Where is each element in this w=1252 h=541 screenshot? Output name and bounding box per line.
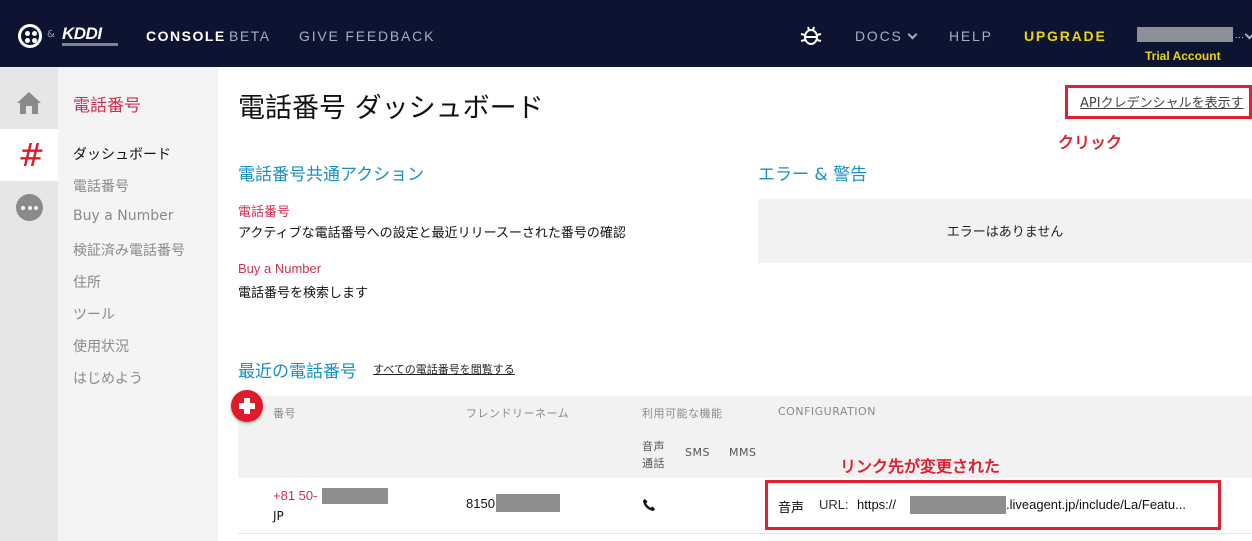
help-link[interactable]: HELP (949, 28, 993, 44)
account-name-ellipsis: ... (1235, 31, 1245, 40)
section-sidebar: 電話番号 ダッシュボード 電話番号 Buy a Number 検証済み電話番号 … (58, 67, 218, 541)
errors-panel: エラーはありません (758, 199, 1252, 263)
kddi-logo: KDDI (62, 24, 102, 43)
account-name-redacted[interactable] (1137, 27, 1233, 42)
col-friendly-name: フレンドリーネーム (466, 407, 570, 420)
sidebar-item-verified-numbers[interactable]: 検証済み電話番号 (73, 240, 185, 260)
col-voice-line1: 音声 (642, 440, 665, 453)
kddi-logo-subline (62, 43, 118, 46)
sidebar-item-numbers[interactable]: 電話番号 (73, 176, 129, 196)
rail-more[interactable] (0, 183, 58, 241)
hash-icon: # (18, 136, 45, 174)
bug-report-icon[interactable] (800, 25, 822, 47)
top-navigation-bar: & KDDI CONSOLE BETA GIVE FEEDBACK DOCS H… (0, 0, 1252, 67)
upgrade-link[interactable]: UPGRADE (1024, 28, 1107, 44)
add-number-button[interactable] (231, 390, 263, 422)
col-capabilities: 利用可能な機能 (642, 407, 723, 420)
col-number: 番号 (273, 407, 296, 420)
recent-numbers-heading: 最近の電話番号 (238, 362, 357, 382)
config-url-path[interactable]: .liveagent.jp/include/La/Featu... (1006, 497, 1186, 512)
friendly-name: 8150 (466, 496, 495, 511)
sidebar-item-tools[interactable]: ツール (73, 304, 115, 324)
page-title: 電話番号 ダッシュボード (238, 93, 544, 124)
action-link-phone-numbers[interactable]: 電話番号 (238, 201, 290, 220)
product-icon-rail: # (0, 67, 58, 541)
config-voice-label: 音声 (778, 501, 805, 516)
sidebar-item-buy-number[interactable]: Buy a Number (73, 208, 173, 224)
account-chevron-down-icon[interactable] (1244, 29, 1252, 40)
common-actions-heading: 電話番号共通アクション (238, 165, 425, 185)
errors-warnings-heading: エラー & 警告 (758, 165, 868, 185)
action-desc-buy-number: 電話番号を検索します (238, 286, 369, 301)
redacted-url-host (910, 496, 1006, 514)
account-type-label: Trial Account (1145, 49, 1221, 63)
col-configuration: CONFIGURATION (778, 405, 876, 418)
sidebar-item-getting-started[interactable]: はじめよう (73, 368, 143, 388)
rail-phone-numbers[interactable]: # (0, 129, 58, 181)
sidebar-item-usage[interactable]: 使用状況 (73, 336, 129, 356)
col-voice-line2: 通話 (642, 457, 665, 470)
sidebar-title: 電話番号 (73, 96, 141, 116)
phone-icon (643, 499, 655, 511)
twilio-logo-icon[interactable] (18, 24, 42, 48)
more-icon (16, 194, 43, 221)
view-all-numbers-link[interactable]: すべての電話番号を閲覧する (373, 361, 515, 377)
rail-home[interactable] (0, 75, 58, 133)
docs-label: DOCS (855, 28, 903, 44)
sidebar-item-dashboard[interactable]: ダッシュボード (73, 144, 171, 164)
col-mms: MMS (729, 446, 757, 459)
numbers-table-header (238, 396, 1252, 478)
beta-label: BETA (229, 28, 271, 44)
docs-menu[interactable]: DOCS (855, 28, 918, 44)
home-icon (17, 92, 41, 114)
redacted-number (322, 488, 388, 504)
number-country: JP (273, 509, 284, 523)
action-desc-phone-numbers: アクティブな電話番号への設定と最近リリースーされた番号の確認 (238, 226, 626, 241)
brand-ampersand: & (47, 29, 55, 40)
console-nav-link[interactable]: CONSOLE (146, 28, 226, 44)
no-errors-message: エラーはありません (946, 225, 1064, 240)
sidebar-item-addresses[interactable]: 住所 (73, 272, 101, 292)
col-sms: SMS (685, 446, 710, 459)
annotation-box-api-link (1065, 85, 1252, 119)
annotation-link-changed: リンク先が変更された (840, 457, 1001, 476)
config-url-label: URL: (819, 497, 849, 512)
action-link-buy-number[interactable]: Buy a Number (238, 261, 321, 276)
config-url-scheme[interactable]: https:// (857, 497, 896, 512)
give-feedback-link[interactable]: GIVE FEEDBACK (299, 28, 435, 44)
redacted-friendly-name (496, 494, 560, 512)
chevron-down-icon (907, 29, 918, 40)
phone-number-link[interactable]: +81 50- (273, 488, 317, 503)
annotation-click: クリック (1058, 133, 1123, 152)
